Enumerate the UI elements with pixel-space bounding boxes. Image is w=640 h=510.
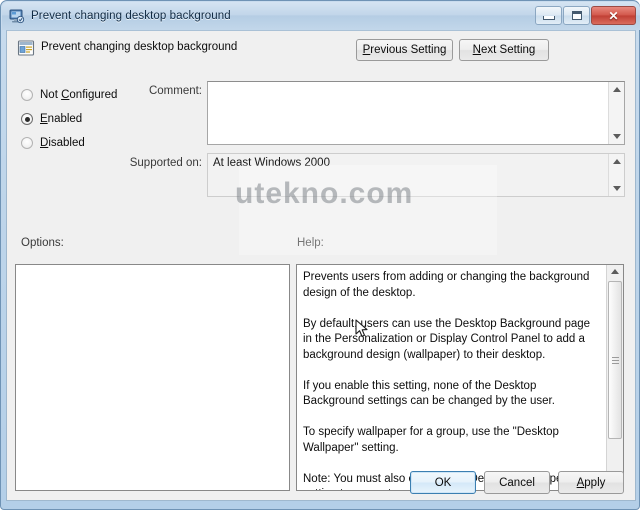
radio-enabled[interactable]: Enabled [21,107,141,131]
supported-on-scrollbar[interactable] [608,154,624,196]
help-paragraph: If you enable this setting, none of the … [303,379,555,408]
cancel-button[interactable]: Cancel [484,471,550,494]
radio-enabled-accelerator: E [40,113,48,125]
next-setting-button[interactable]: Next Setting [459,39,549,61]
radio-not-configured-label-pre: Not [40,89,62,101]
comment-input[interactable] [207,81,625,145]
next-setting-accelerator: N [472,44,481,56]
window-controls: ✕ [535,6,636,25]
comment-scrollbar[interactable] [608,82,624,144]
radio-indicator-icon [21,89,33,101]
help-paragraph: To specify wallpaper for a group, use th… [303,426,559,454]
cancel-button-label: Cancel [499,476,535,489]
policy-title: Prevent changing desktop background [41,41,238,53]
help-label: Help: [297,237,324,249]
comment-label: Comment: [148,85,202,97]
supported-on-label: Supported on: [129,157,202,169]
policy-setting-icon [17,39,35,57]
apply-button-label: pply [584,476,606,489]
dialog-window: Prevent changing desktop background ✕ Pr… [0,0,640,510]
help-panel: Prevents users from adding or changing t… [296,264,624,491]
supported-on-field: At least Windows 2000 [207,153,625,197]
previous-setting-button[interactable]: Previous Setting [356,39,453,61]
help-text: Prevents users from adding or changing t… [297,265,603,490]
maximize-icon [571,11,582,20]
radio-disabled-label-post: isabled [48,137,85,149]
radio-indicator-icon [21,137,33,149]
scrollbar-grip-line [612,357,619,358]
ok-button-label: OK [434,476,452,489]
minimize-icon [542,16,555,20]
scroll-up-icon[interactable] [612,87,621,92]
scroll-up-icon[interactable] [612,159,621,164]
close-button[interactable]: ✕ [591,6,636,25]
minimize-button[interactable] [535,6,562,25]
help-paragraph: Prevents users from adding or changing t… [303,271,590,299]
close-icon: ✕ [608,8,619,23]
ok-button[interactable]: OK [410,471,476,494]
scrollbar-thumb[interactable] [608,281,622,439]
scrollbar-grip-line [612,363,619,364]
supported-on-value: At least Windows 2000 [213,157,330,169]
radio-enabled-label-post: nabled [47,113,83,125]
scroll-up-icon[interactable] [611,269,619,274]
radio-indicator-icon [21,113,33,125]
options-panel[interactable] [15,264,290,491]
help-scrollbar[interactable] [606,265,623,490]
maximize-button[interactable] [563,6,590,25]
previous-setting-label: revious Setting [370,44,447,56]
next-setting-label: ext Setting [480,44,536,56]
options-label: Options: [21,237,64,249]
scroll-down-icon[interactable] [612,134,621,139]
window-title: Prevent changing desktop background [31,10,231,22]
help-paragraph: By default, users can use the Desktop Ba… [303,317,591,361]
apply-button[interactable]: Apply [558,471,624,494]
scrollbar-grip-line [612,360,619,361]
policy-header: Prevent changing desktop background Prev… [7,31,635,67]
title-bar[interactable]: Prevent changing desktop background ✕ [2,2,640,30]
dialog-client-area: Prevent changing desktop background Prev… [6,30,636,501]
radio-disabled[interactable]: Disabled [21,131,141,155]
scroll-down-icon[interactable] [612,186,621,191]
policy-monitor-icon [9,8,25,24]
